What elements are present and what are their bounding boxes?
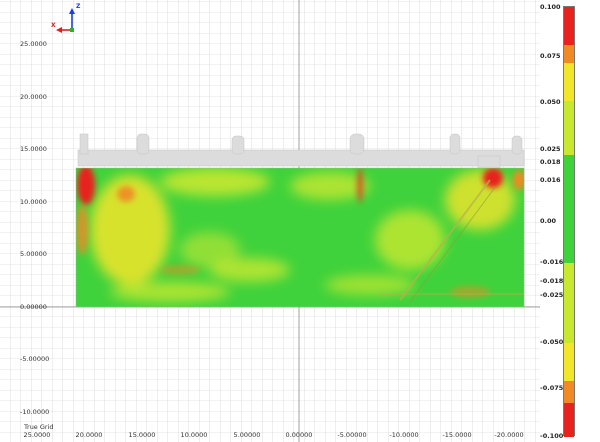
legend-label: -0.025 <box>540 291 564 299</box>
deviation-heatmap <box>76 168 524 307</box>
x-axis-label: 20.0000 <box>75 431 103 439</box>
deviation-color-scale <box>563 6 575 437</box>
legend-label: 0.100 <box>540 3 561 11</box>
legend-label: 0.075 <box>540 52 561 60</box>
y-axis-label: 5.00000 <box>20 250 47 258</box>
x-axis-label: -5.00000 <box>337 431 367 439</box>
y-axis-label: 20.0000 <box>20 93 47 101</box>
x-axis-label: 5.00000 <box>233 431 261 439</box>
legend-label: 0.050 <box>540 98 561 106</box>
x-axis-label: -10.0000 <box>389 431 419 439</box>
deviation-map-viewport[interactable]: Z X 25.0000 20.0000 15.0000 10.0000 5.00… <box>0 0 540 442</box>
legend-label: -0.050 <box>540 338 564 346</box>
legend-label: 0.025 <box>540 145 561 153</box>
x-axis-label: -20.0000 <box>494 431 524 439</box>
x-axis-label: 15.0000 <box>128 431 156 439</box>
grid-mode-label: True Grid <box>24 423 54 431</box>
y-axis-label: -5.00000 <box>20 355 50 363</box>
legend-label: 0.016 <box>540 176 561 184</box>
x-axis-label: 25.0000 <box>23 431 51 439</box>
deviation-map-canvas <box>0 0 540 442</box>
y-axis-label: 15.0000 <box>20 145 47 153</box>
y-axis-label: 10.0000 <box>20 198 47 206</box>
legend-label: -0.016 <box>540 258 564 266</box>
y-axis-label: -10.0000 <box>20 408 50 416</box>
y-axis-label: 25.0000 <box>20 40 47 48</box>
legend-label: -0.018 <box>540 277 564 285</box>
axis-triad-z-label: Z <box>76 3 81 10</box>
axis-triad-x-label: X <box>51 22 56 29</box>
legend-label: -0.100 <box>540 432 564 440</box>
y-axis-label: 0.00000 <box>20 303 47 311</box>
legend-label: -0.075 <box>540 384 564 392</box>
x-axis-label: 10.0000 <box>180 431 208 439</box>
legend-label: 0.00 <box>540 217 557 225</box>
legend-label: 0.018 <box>540 158 561 166</box>
x-axis-label: 0.00000 <box>285 431 313 439</box>
x-axis-label: -15.0000 <box>442 431 472 439</box>
